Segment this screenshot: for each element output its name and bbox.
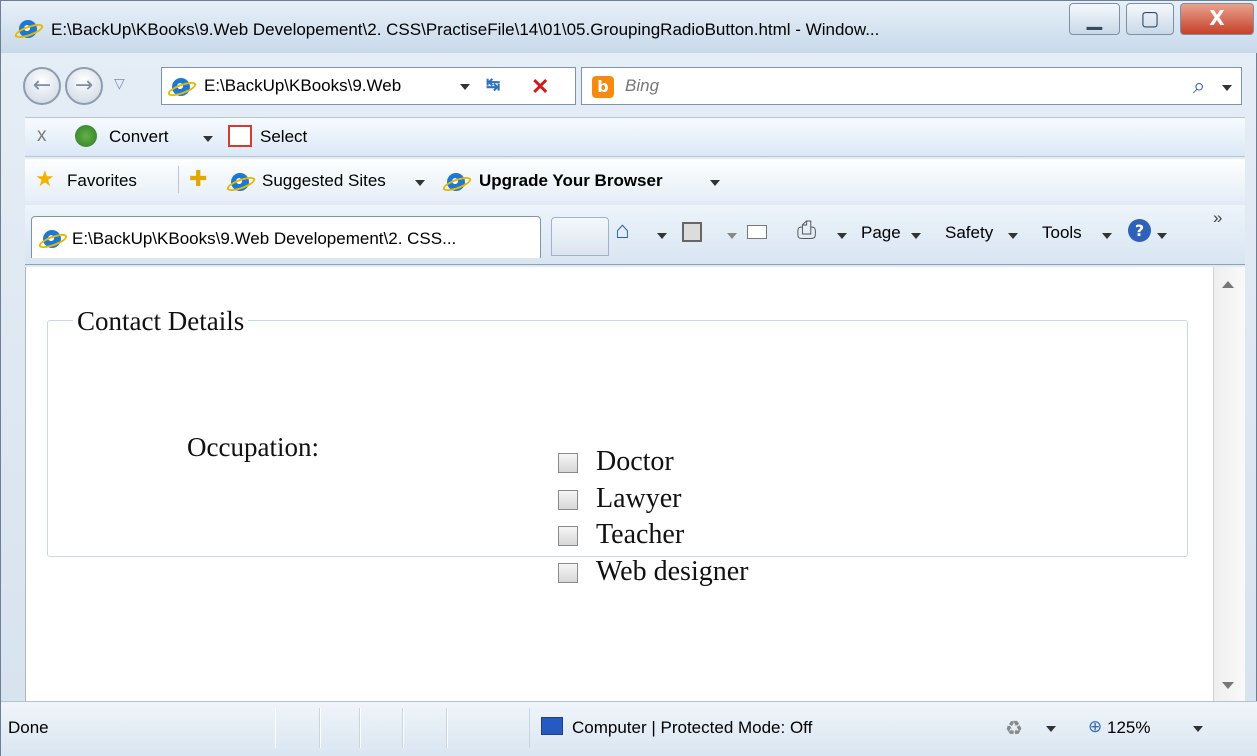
- safety-menu-dropdown-icon[interactable]: [1008, 233, 1018, 239]
- print-dropdown-icon[interactable]: [837, 233, 847, 239]
- new-tab-button[interactable]: [551, 217, 609, 256]
- navigation-bar: ← → ▽ E:\BackUp\KBooks\9.Web ↹ ✕ b Bing …: [19, 63, 1257, 113]
- status-segment: [360, 708, 403, 748]
- address-bar[interactable]: E:\BackUp\KBooks\9.Web ↹ ✕: [161, 67, 576, 105]
- toolbar-overflow-button[interactable]: »: [1213, 208, 1222, 228]
- tools-menu[interactable]: Tools: [1042, 223, 1082, 243]
- web-designer-label: Web designer: [596, 556, 749, 587]
- doctor-label: Doctor: [596, 446, 674, 477]
- protected-mode-icon[interactable]: ♻: [1005, 716, 1023, 741]
- title-bar: E:\BackUp\KBooks\9.Web Developement\2. C…: [1, 1, 1257, 53]
- tab-ie-icon: [43, 230, 61, 248]
- scroll-up-icon[interactable]: [1222, 281, 1234, 288]
- status-segment: [403, 708, 447, 748]
- convert-icon: [75, 125, 97, 147]
- tab-active[interactable]: E:\BackUp\KBooks\9.Web Developement\2. C…: [31, 216, 541, 258]
- address-dropdown-icon[interactable]: [460, 84, 470, 90]
- protected-mode-dropdown-icon[interactable]: [1046, 726, 1056, 732]
- safety-menu[interactable]: Safety: [945, 223, 993, 243]
- zoom-icon: ⊕: [1088, 717, 1103, 736]
- option-web-designer[interactable]: Web designer: [558, 556, 838, 590]
- teacher-label: Teacher: [596, 519, 685, 550]
- add-favorites-icon[interactable]: ✚: [189, 166, 207, 192]
- convert-button[interactable]: Convert: [109, 127, 169, 147]
- option-teacher[interactable]: Teacher: [558, 519, 838, 553]
- suggested-sites-dropdown-icon[interactable]: [415, 180, 425, 186]
- maximize-button[interactable]: ▢: [1126, 3, 1174, 35]
- stop-icon[interactable]: ✕: [531, 74, 549, 100]
- lawyer-checkbox[interactable]: [558, 490, 578, 510]
- ie-logo-icon: [19, 20, 37, 38]
- status-segment: [447, 708, 530, 748]
- bing-icon: b: [592, 76, 614, 98]
- page-content: Contact Details Occupation: Doctor Lawye…: [25, 267, 1213, 701]
- page-ie-icon: [172, 78, 190, 96]
- recent-pages-chevron-icon[interactable]: ▽: [114, 75, 125, 92]
- suggested-sites-icon: [231, 173, 249, 191]
- upgrade-browser-link[interactable]: Upgrade Your Browser: [479, 171, 663, 191]
- window-controls: ▁ ▢ X: [1069, 3, 1254, 37]
- address-input[interactable]: E:\BackUp\KBooks\9.Web: [204, 76, 401, 96]
- doctor-checkbox[interactable]: [558, 453, 578, 473]
- feeds-dropdown-icon[interactable]: [727, 233, 737, 239]
- back-icon[interactable]: ←: [23, 67, 61, 105]
- option-lawyer[interactable]: Lawyer: [558, 483, 838, 517]
- vertical-scrollbar[interactable]: [1213, 267, 1245, 701]
- status-segment: [320, 708, 360, 748]
- upgrade-browser-dropdown-icon[interactable]: [710, 180, 720, 186]
- page-menu-dropdown-icon[interactable]: [911, 233, 921, 239]
- tools-menu-dropdown-icon[interactable]: [1102, 233, 1112, 239]
- toolbar-close-button[interactable]: x: [37, 125, 47, 147]
- search-box[interactable]: b Bing ⌕: [581, 67, 1242, 105]
- browser-window: E:\BackUp\KBooks\9.Web Developement\2. C…: [0, 0, 1257, 756]
- forward-icon[interactable]: →: [65, 67, 103, 105]
- minimize-button[interactable]: ▁: [1069, 3, 1120, 35]
- status-bar: Done Computer | Protected Mode: Off ♻ ⊕ …: [1, 701, 1257, 756]
- help-dropdown-icon[interactable]: [1157, 233, 1167, 239]
- upgrade-browser-icon: [447, 173, 465, 191]
- zoom-level[interactable]: 125%: [1107, 718, 1150, 738]
- close-button[interactable]: X: [1180, 3, 1254, 35]
- search-icon[interactable]: ⌕: [1193, 73, 1205, 99]
- lawyer-label: Lawyer: [596, 483, 682, 514]
- home-dropdown-icon[interactable]: [657, 233, 667, 239]
- status-segment: [275, 708, 320, 748]
- favorites-separator: [178, 166, 179, 193]
- favorites-bar: ★ Favorites ✚ Suggested Sites Upgrade Yo…: [25, 159, 1245, 201]
- page-menu[interactable]: Page: [861, 223, 901, 243]
- teacher-checkbox[interactable]: [558, 526, 578, 546]
- web-designer-checkbox[interactable]: [558, 563, 578, 583]
- search-input[interactable]: Bing: [625, 76, 659, 96]
- feeds-icon[interactable]: [682, 222, 702, 242]
- select-button[interactable]: Select: [260, 127, 307, 147]
- suggested-sites-link[interactable]: Suggested Sites: [262, 171, 386, 191]
- fieldset-legend: Contact Details: [73, 306, 249, 337]
- search-options-dropdown-icon[interactable]: [1222, 85, 1232, 91]
- favorites-star-icon: ★: [35, 166, 55, 191]
- occupation-label: Occupation:: [187, 432, 319, 462]
- tab-label[interactable]: E:\BackUp\KBooks\9.Web Developement\2. C…: [72, 229, 456, 249]
- convert-dropdown-icon[interactable]: [203, 136, 213, 142]
- mail-icon[interactable]: [747, 225, 767, 239]
- help-icon[interactable]: ?: [1128, 219, 1151, 242]
- window-title: E:\BackUp\KBooks\9.Web Developement\2. C…: [51, 20, 880, 39]
- print-icon[interactable]: ⎙: [797, 217, 816, 245]
- status-text: Done: [8, 718, 49, 737]
- favorites-button[interactable]: Favorites: [67, 171, 137, 191]
- conversion-toolbar: x Convert Select: [25, 117, 1245, 157]
- contact-details-fieldset: Contact Details Occupation: Doctor Lawye…: [47, 306, 1188, 587]
- computer-icon: [541, 717, 563, 735]
- scroll-down-icon[interactable]: [1222, 682, 1234, 689]
- home-icon[interactable]: ⌂: [615, 217, 630, 245]
- zoom-dropdown-icon[interactable]: [1193, 726, 1203, 732]
- option-doctor[interactable]: Doctor: [558, 446, 838, 480]
- security-zone-text: Computer | Protected Mode: Off: [572, 718, 813, 737]
- tab-row: E:\BackUp\KBooks\9.Web Developement\2. C…: [25, 205, 1245, 265]
- refresh-icon[interactable]: ↹: [486, 75, 500, 95]
- select-icon: [228, 125, 252, 147]
